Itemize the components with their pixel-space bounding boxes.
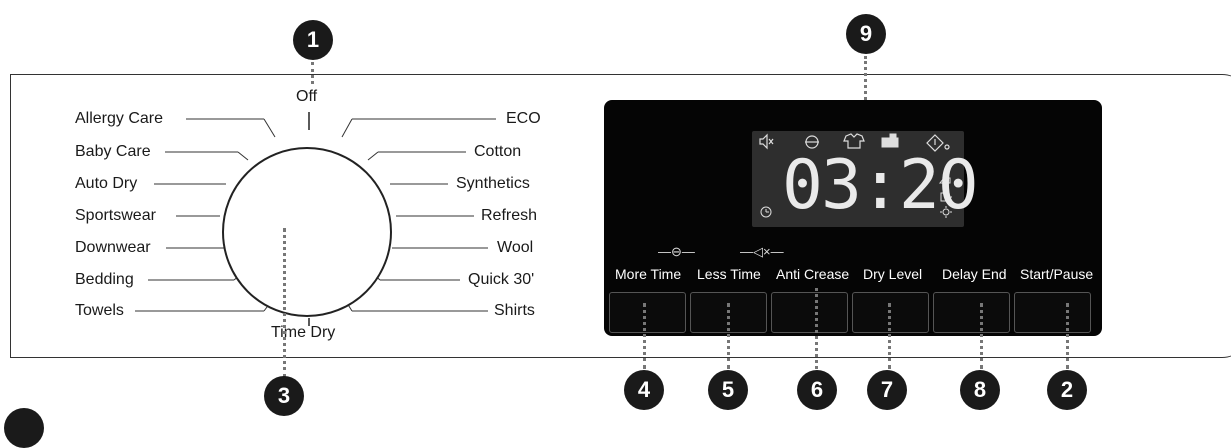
callout-2: 2 (1047, 370, 1087, 410)
less-time-label: Less Time (697, 266, 761, 282)
more-time-button[interactable] (609, 292, 686, 333)
callout-3: 3 (264, 376, 304, 416)
callout-8: 8 (960, 370, 1000, 410)
program-sportswear: Sportswear (75, 207, 156, 224)
program-dial[interactable] (222, 147, 392, 317)
mute-icon (759, 133, 774, 150)
dry-level-label: Dry Level (863, 266, 923, 282)
program-auto-dry: Auto Dry (75, 175, 138, 192)
program-downwear: Downwear (75, 239, 151, 256)
callout-7: 7 (867, 370, 907, 410)
child-lock-combo-symbol: —⊖— (658, 244, 695, 259)
callout-4: 4 (624, 370, 664, 410)
clock-icon (760, 206, 772, 218)
callout-6: 6 (797, 370, 837, 410)
program-cotton: Cotton (474, 143, 522, 160)
more-time-label: More Time (615, 266, 682, 282)
anti-crease-label: Anti Crease (776, 266, 850, 282)
program-allergy-care: Allergy Care (75, 110, 164, 127)
delay-end-button[interactable] (933, 292, 1010, 333)
callout-8-leader (980, 303, 983, 369)
mute-combo-symbol: —◁×— (740, 244, 784, 259)
program-towels: Towels (75, 302, 124, 319)
program-eco: ECO (506, 110, 541, 127)
program-baby-care: Baby Care (75, 143, 151, 160)
callout-4-leader (643, 303, 646, 369)
callout-2-leader (1066, 303, 1069, 369)
program-wool: Wool (497, 239, 534, 256)
callout-3-leader (283, 228, 286, 378)
program-quick-30: Quick 30' (468, 271, 535, 288)
anti-crease-button[interactable] (771, 292, 848, 333)
callout-6-leader (815, 288, 818, 369)
callout-5-leader (727, 303, 730, 369)
time-display: 03:20 (782, 146, 979, 225)
program-bedding: Bedding (75, 271, 134, 288)
callout-7-leader (888, 303, 891, 369)
start-pause-label: Start/Pause (1020, 266, 1094, 282)
program-shirts: Shirts (494, 302, 535, 319)
start-pause-button[interactable] (1014, 292, 1091, 333)
program-refresh: Refresh (481, 207, 538, 224)
program-synthetics: Synthetics (456, 175, 530, 192)
callout-5: 5 (708, 370, 748, 410)
delay-end-label: Delay End (942, 266, 1007, 282)
callout-partial (4, 408, 44, 448)
